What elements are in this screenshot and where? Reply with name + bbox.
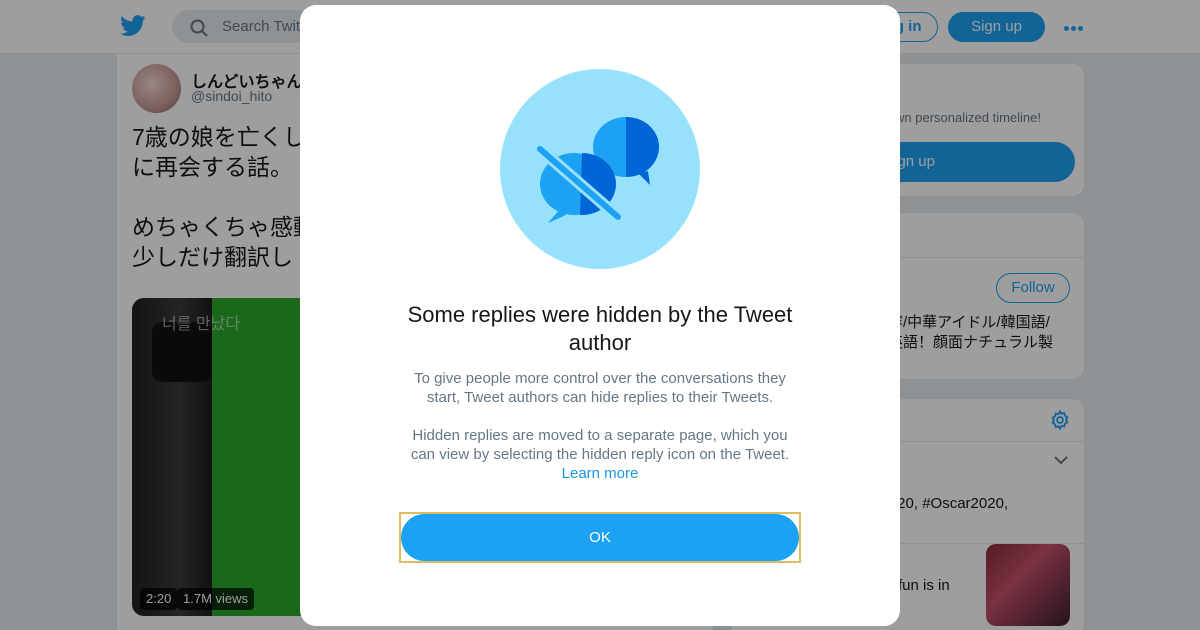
- hidden-replies-dialog: Some replies were hidden by the Tweet au…: [300, 5, 900, 626]
- dialog-description: Hidden replies are moved to a separate p…: [400, 426, 800, 483]
- dialog-title: Some replies were hidden by the Tweet au…: [407, 302, 793, 355]
- dialog-description: To give people more control over the con…: [414, 370, 786, 406]
- dialog-description-text: Hidden replies are moved to a separate p…: [410, 427, 790, 463]
- learn-more-link[interactable]: Learn more: [400, 464, 800, 483]
- ok-button[interactable]: OK: [401, 514, 799, 561]
- ok-focus-ring: OK: [399, 512, 801, 563]
- hidden-replies-icon: [500, 69, 700, 269]
